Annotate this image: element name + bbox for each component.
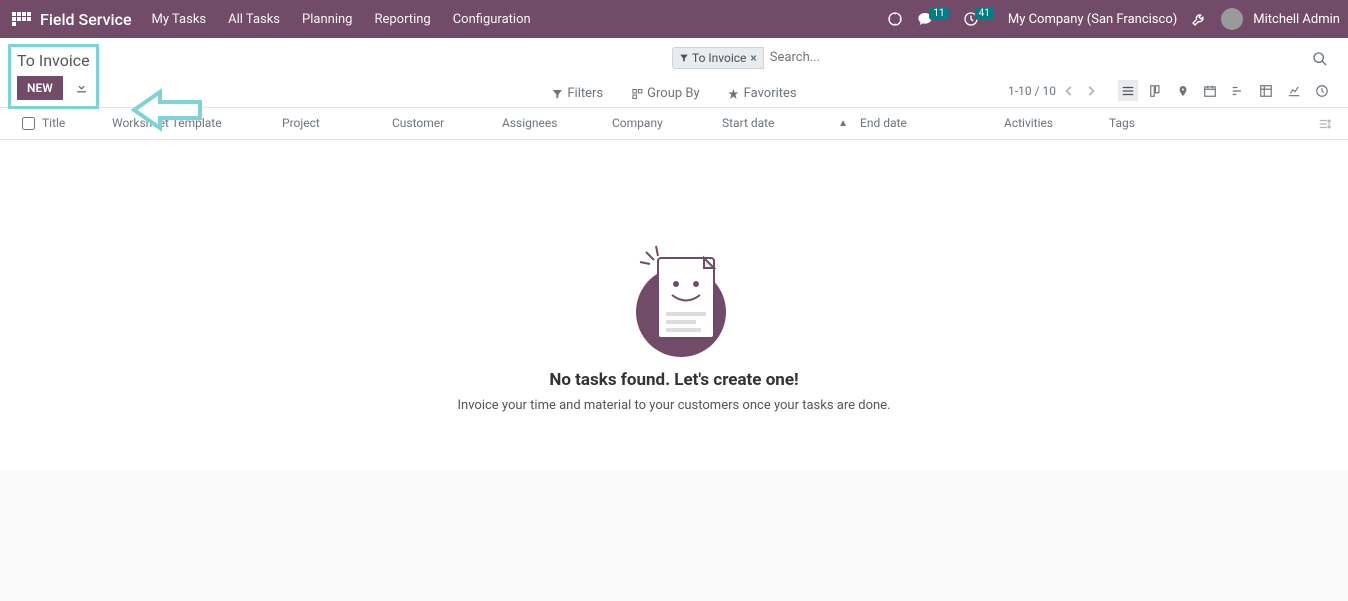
new-button[interactable]: NEW xyxy=(17,76,63,100)
empty-title: No tasks found. Let's create one! xyxy=(549,370,798,390)
favorites-button[interactable]: Favorites xyxy=(728,86,797,101)
empty-illustration xyxy=(626,240,722,350)
search-icon[interactable] xyxy=(1308,44,1332,71)
apps-icon[interactable] xyxy=(12,12,32,26)
nav-configuration[interactable]: Configuration xyxy=(453,12,531,27)
breadcrumb[interactable]: To Invoice xyxy=(17,51,90,70)
messaging-badge: 11 xyxy=(929,7,948,20)
view-calendar[interactable] xyxy=(1200,80,1220,101)
nav-my-tasks[interactable]: My Tasks xyxy=(152,12,207,27)
view-kanban[interactable] xyxy=(1146,80,1166,101)
annotation-arrow xyxy=(130,88,205,132)
search-facet-label: To Invoice xyxy=(692,51,746,65)
col-customer[interactable]: Customer xyxy=(386,116,496,131)
view-map[interactable] xyxy=(1174,80,1192,101)
avatar xyxy=(1221,8,1243,30)
download-icon[interactable] xyxy=(75,77,88,96)
col-assignees[interactable]: Assignees xyxy=(496,116,606,131)
filter-icon xyxy=(679,53,689,63)
brand-title[interactable]: Field Service xyxy=(40,10,132,29)
col-start-date[interactable]: Start date▲ xyxy=(716,116,854,131)
search-facet[interactable]: To Invoice × xyxy=(672,47,764,69)
view-list[interactable] xyxy=(1118,80,1138,101)
sort-asc-icon: ▲ xyxy=(838,118,848,129)
view-gantt[interactable] xyxy=(1228,80,1248,101)
col-project[interactable]: Project xyxy=(276,116,386,131)
col-tags[interactable]: Tags xyxy=(1103,116,1303,131)
nav-planning[interactable]: Planning xyxy=(302,12,352,27)
search-input[interactable] xyxy=(764,46,1308,70)
col-title[interactable]: Title xyxy=(36,116,106,131)
filters-label: Filters xyxy=(567,86,603,101)
pager-next[interactable] xyxy=(1082,81,1100,100)
systray-debug-icon[interactable] xyxy=(887,11,903,27)
pager[interactable]: 1-10 / 10 xyxy=(1008,84,1056,98)
search-facet-remove[interactable]: × xyxy=(750,51,756,65)
highlight-box: To Invoice NEW xyxy=(8,44,99,109)
select-all-checkbox[interactable] xyxy=(22,117,35,130)
groupby-button[interactable]: Group By xyxy=(631,86,700,101)
view-pivot[interactable] xyxy=(1256,80,1276,101)
columns-settings-icon[interactable] xyxy=(1318,116,1332,131)
view-activity[interactable] xyxy=(1312,80,1332,101)
user-name: Mitchell Admin xyxy=(1253,12,1340,27)
pager-prev[interactable] xyxy=(1060,81,1078,100)
messaging-icon[interactable]: 11 xyxy=(917,11,948,27)
col-company[interactable]: Company xyxy=(606,116,716,131)
company-switcher[interactable]: My Company (San Francisco) xyxy=(1008,12,1177,27)
activities-icon[interactable]: 41 xyxy=(963,11,994,27)
empty-subtitle: Invoice your time and material to your c… xyxy=(457,398,890,413)
empty-overlay: No tasks found. Let's create one! Invoic… xyxy=(0,140,1348,470)
filters-button[interactable]: Filters xyxy=(551,86,603,101)
nav-all-tasks[interactable]: All Tasks xyxy=(228,12,280,27)
favorites-label: Favorites xyxy=(744,86,797,101)
user-menu[interactable]: Mitchell Admin xyxy=(1221,8,1340,30)
view-graph[interactable] xyxy=(1284,80,1304,101)
nav-reporting[interactable]: Reporting xyxy=(374,12,430,27)
tools-icon[interactable] xyxy=(1191,11,1207,27)
groupby-label: Group By xyxy=(647,86,700,101)
col-activities[interactable]: Activities xyxy=(998,116,1103,131)
col-end-date[interactable]: End date xyxy=(854,116,998,131)
activities-badge: 41 xyxy=(975,7,994,20)
